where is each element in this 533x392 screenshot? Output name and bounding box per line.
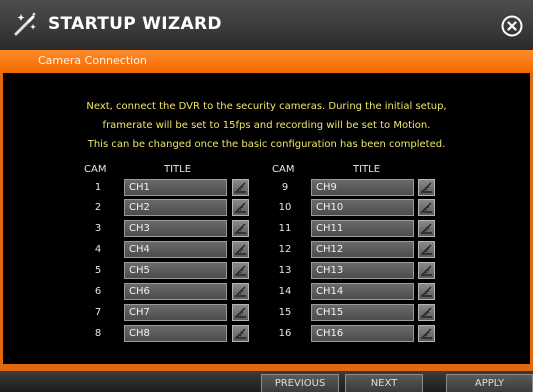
section-header: Camera Connection (0, 50, 533, 73)
camera-title-field[interactable]: CH8 (124, 325, 227, 342)
camera-title-field[interactable]: CH2 (124, 199, 227, 216)
cam-number: 10 (278, 202, 292, 213)
next-button[interactable]: NEXT (345, 374, 423, 392)
camera-title-field[interactable]: CH3 (124, 220, 227, 237)
keyboard-button[interactable] (418, 262, 435, 279)
info-line: framerate will be set to 15fps and recor… (102, 120, 431, 131)
cam-number: 11 (278, 223, 292, 234)
keyboard-button[interactable] (232, 325, 249, 342)
edit-keyboard-icon (235, 328, 246, 339)
cam-number: 9 (281, 182, 289, 193)
camera-title-field[interactable]: CH4 (124, 241, 227, 258)
previous-button[interactable]: PREVIOUS (261, 374, 339, 392)
camera-title-field[interactable]: CH12 (311, 241, 414, 258)
edit-keyboard-icon (421, 328, 432, 339)
cam-number: 6 (94, 286, 102, 297)
keyboard-button[interactable] (418, 220, 435, 237)
keyboard-button[interactable] (232, 262, 249, 279)
keyboard-button[interactable] (418, 304, 435, 321)
camera-title-field[interactable]: CH15 (311, 304, 414, 321)
edit-keyboard-icon (421, 223, 432, 234)
camera-title-field[interactable]: CH14 (311, 283, 414, 300)
cam-number: 15 (278, 307, 292, 318)
camera-title-field[interactable]: CH13 (311, 262, 414, 279)
edit-keyboard-icon (421, 202, 432, 213)
cam-number: 2 (94, 202, 102, 213)
cam-number: 4 (94, 244, 102, 255)
keyboard-button[interactable] (418, 199, 435, 216)
content-bottom-border (0, 364, 533, 371)
title-bar: STARTUP WIZARD (0, 0, 533, 51)
cam-number: 1 (94, 182, 102, 193)
cam-number: 12 (278, 244, 292, 255)
keyboard-button[interactable] (232, 283, 249, 300)
keyboard-button[interactable] (418, 241, 435, 258)
info-line: Next, connect the DVR to the security ca… (86, 101, 447, 112)
camera-title-field[interactable]: CH10 (311, 199, 414, 216)
cam-number: 13 (278, 265, 292, 276)
edit-keyboard-icon (421, 265, 432, 276)
section-title: Camera Connection (38, 54, 147, 67)
camera-title-field[interactable]: CH6 (124, 283, 227, 300)
keyboard-button[interactable] (232, 179, 249, 196)
keyboard-button[interactable] (418, 325, 435, 342)
magic-wand-icon (14, 12, 37, 36)
edit-keyboard-icon (235, 307, 246, 318)
camera-title-field[interactable]: CH5 (124, 262, 227, 279)
cam-number: 14 (278, 286, 292, 297)
title-header-left: TITLE (164, 164, 192, 175)
camera-title-field[interactable]: CH11 (311, 220, 414, 237)
edit-keyboard-icon (421, 286, 432, 297)
keyboard-button[interactable] (418, 283, 435, 300)
edit-keyboard-icon (235, 265, 246, 276)
keyboard-button[interactable] (418, 179, 435, 196)
camera-title-field[interactable]: CH16 (311, 325, 414, 342)
cam-number: 16 (278, 328, 292, 339)
keyboard-button[interactable] (232, 199, 249, 216)
edit-keyboard-icon (421, 307, 432, 318)
cam-number: 5 (94, 265, 102, 276)
keyboard-button[interactable] (232, 241, 249, 258)
cam-header-right: CAM (272, 164, 295, 175)
apply-button[interactable]: APPLY (446, 374, 533, 392)
edit-keyboard-icon (235, 286, 246, 297)
keyboard-button[interactable] (232, 220, 249, 237)
cam-number: 3 (94, 223, 102, 234)
cam-header-left: CAM (84, 164, 107, 175)
edit-keyboard-icon (235, 182, 246, 193)
edit-keyboard-icon (421, 244, 432, 255)
close-icon[interactable] (501, 15, 523, 37)
edit-keyboard-icon (421, 182, 432, 193)
edit-keyboard-icon (235, 223, 246, 234)
cam-number: 8 (94, 328, 102, 339)
edit-keyboard-icon (235, 244, 246, 255)
info-line: This can be changed once the basic confi… (87, 139, 446, 150)
cam-number: 7 (94, 307, 102, 318)
camera-title-field[interactable]: CH7 (124, 304, 227, 321)
edit-keyboard-icon (235, 202, 246, 213)
camera-title-field[interactable]: CH1 (124, 179, 227, 196)
camera-title-field[interactable]: CH9 (311, 179, 414, 196)
title-header-right: TITLE (353, 164, 381, 175)
info-text: Next, connect the DVR to the security ca… (0, 97, 533, 154)
keyboard-button[interactable] (232, 304, 249, 321)
window-title: STARTUP WIZARD (48, 14, 222, 34)
